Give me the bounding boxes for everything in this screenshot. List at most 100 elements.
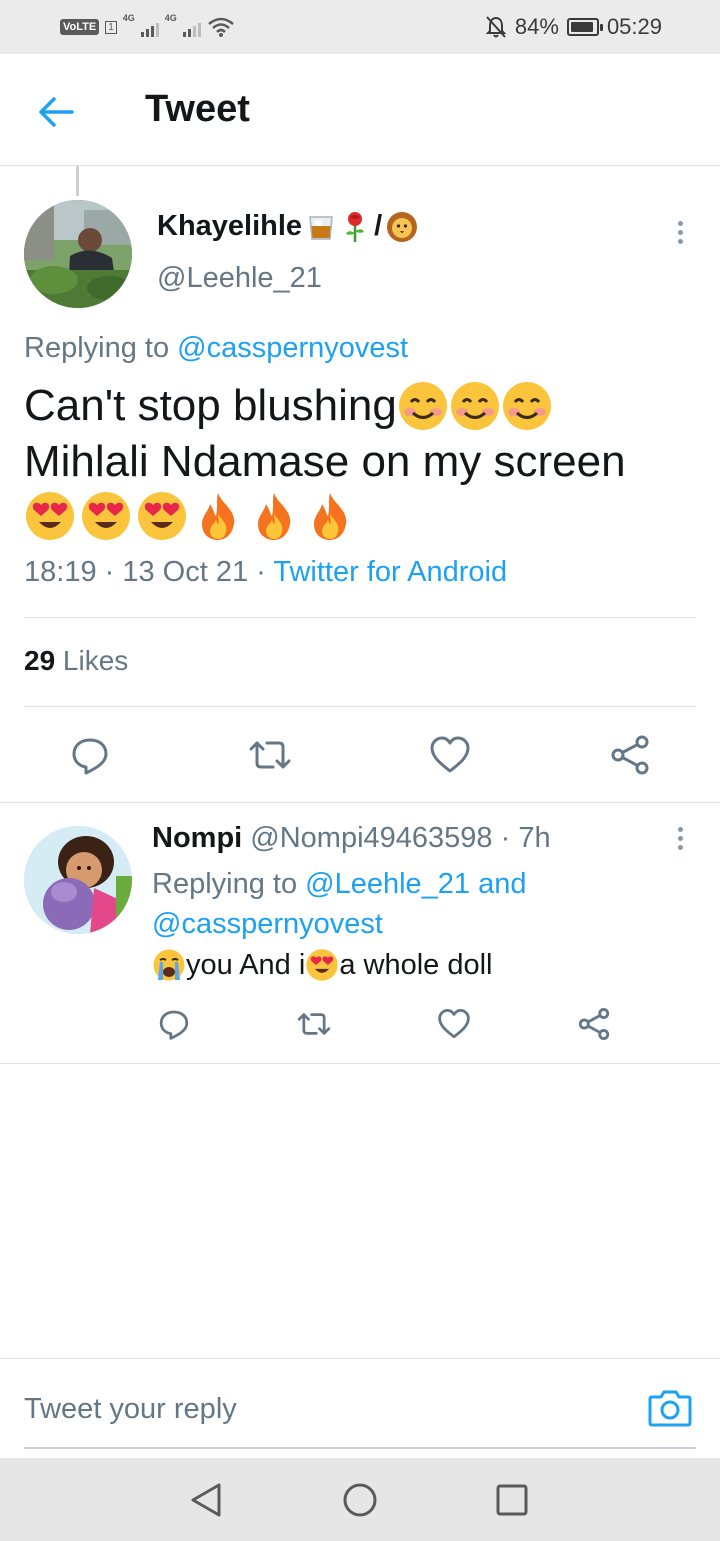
blush-emoji-icon [450,382,499,430]
fire-emoji-icon [314,493,347,540]
battery-icon [566,18,603,36]
mute-bell-icon [485,16,507,38]
tweet-time: 18:19 [24,556,97,588]
reply-dot: · [492,822,519,854]
likes-label: Likes [55,645,129,676]
reply-replying-and: and [470,868,527,900]
reply-replying-link-1[interactable]: @Leehle_21 [305,868,470,900]
reply-button[interactable] [66,731,114,779]
reply-input[interactable]: Tweet your reply [24,1393,237,1426]
like-icon [430,736,470,773]
share-icon [611,735,649,775]
likes-stat[interactable]: 29 Likes [24,645,128,677]
reply-author-avatar[interactable] [24,826,132,934]
author-handle[interactable]: @Leehle_21 [157,262,322,295]
battery-percent: 84% [514,14,559,39]
tweet-meta: 18:19 · 13 Oct 21 · Twitter for Android [24,556,507,589]
reply-replying-link-2[interactable]: @casspernyovest [152,908,383,940]
thread-connector [76,166,79,196]
more-options-button[interactable] [668,212,692,252]
back-button[interactable] [34,90,78,134]
tweet-text-line2: Mihlali Ndamase on my screen [24,437,626,486]
rose-icon [346,211,365,242]
reply-header: Nompi @Nompi49463598 · 7h [152,822,551,855]
blush-emoji-icon [398,382,447,430]
avatar-cartoon [24,826,132,934]
reply-more-options-button[interactable] [668,818,692,858]
tweet-text-line3 [24,490,704,542]
reply-share-button[interactable] [570,1000,618,1048]
reply-text: you And i a whole doll [152,948,492,982]
page-title: Tweet [145,88,250,130]
top-app-bar: Tweet [0,54,720,166]
camera-button[interactable] [648,1387,696,1433]
tweet-text-line1-text: Can't stop blushing [24,381,397,430]
network-type-2: 4G [164,13,177,23]
signal-icon-2: 4G [165,13,201,37]
tweet-source-link[interactable]: Twitter for Android [273,556,507,588]
reply-author-name[interactable]: Nompi [152,822,242,854]
whisky-glass-icon [309,215,333,240]
reply-like-button[interactable] [430,1000,478,1048]
network-type-1: 4G [122,13,135,23]
tweet-text: Can't stop blushing Mihlali Ndamase on m… [24,378,704,542]
divider [24,706,696,707]
signal-icon: 4G [123,13,159,37]
reply-icon [72,738,108,775]
wifi-icon [207,17,234,37]
volte-indicator: VoLTE [60,19,100,35]
nav-recents-icon [496,1484,528,1516]
reply-icon [159,1010,189,1040]
meta-dot-2: · [248,556,274,588]
likes-count: 29 [24,645,56,676]
tweet-text-line1: Can't stop blushing [24,378,704,434]
more-vertical-icon [677,826,683,832]
nav-back-button[interactable] [184,1478,228,1522]
reply-text-part2: a whole doll [339,948,493,981]
status-right: 84% 05:29 [485,12,662,42]
retweet-icon [249,741,291,769]
heart-eyes-emoji-icon [26,492,74,540]
crying-emoji-icon [153,949,185,981]
fire-emoji-icon [258,493,291,540]
retweet-button[interactable] [246,731,294,779]
share-button[interactable] [606,731,654,779]
divider [24,617,696,618]
reply-author-handle[interactable]: @Nompi49463598 [242,822,492,854]
tweet-date: 13 Oct 21 [122,556,249,588]
more-vertical-icon [677,220,683,226]
author-avatar[interactable] [24,200,132,308]
lion-face-icon [387,211,418,242]
heart-eyes-emoji-icon [138,492,186,540]
status-bar: VoLTE 1 4G 4G 84% 05:29 [0,0,720,54]
avatar-photo [24,200,132,308]
compose-bar: Tweet your reply [0,1358,720,1458]
replying-to: Replying to @casspernyovest [24,332,408,365]
nav-recents-button[interactable] [490,1478,534,1522]
nav-home-button[interactable] [338,1478,382,1522]
system-nav-bar [0,1458,720,1541]
clock: 05:29 [606,14,662,39]
reply-text-part1: you And i [186,948,306,981]
like-button[interactable] [426,731,474,779]
replying-prefix: Replying to [24,332,178,364]
reply-age: 7h [518,822,551,854]
back-arrow-icon [39,97,74,127]
fire-emoji-icon [202,493,235,540]
section-divider [0,1063,720,1064]
blush-emoji-icon [502,382,551,430]
reply-replying-prefix: Replying to [152,868,306,900]
author-name[interactable]: Khayelihle / [157,210,418,243]
nav-back-icon [191,1483,221,1517]
reply-replying-to: Replying to @Leehle_21 and @casspernyove… [152,864,672,944]
reply-reply-button[interactable] [150,1000,198,1048]
retweet-icon [297,1013,331,1035]
like-icon [438,1009,470,1039]
replying-to-link[interactable]: @casspernyovest [177,332,408,364]
author-name-separator: / [374,210,383,242]
camera-icon [648,1390,692,1427]
input-underline [24,1447,696,1449]
status-left: VoLTE 1 4G 4G [60,13,235,40]
reply-retweet-button[interactable] [290,1000,338,1048]
heart-eyes-emoji-icon [82,492,130,540]
